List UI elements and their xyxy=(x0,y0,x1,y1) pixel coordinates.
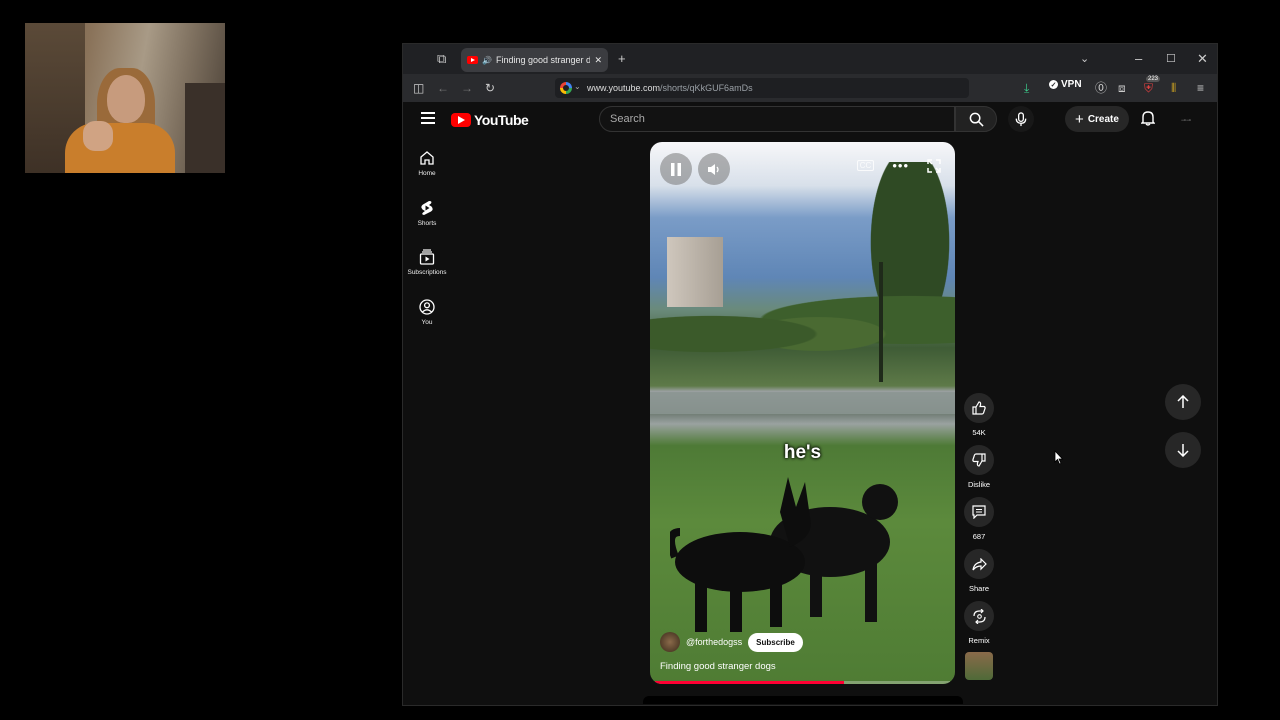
shorts-icon xyxy=(421,201,433,215)
plus-icon: + xyxy=(1075,110,1084,128)
like-button[interactable]: 54K xyxy=(961,393,997,437)
share-icon xyxy=(971,557,987,570)
progress-fill xyxy=(655,681,844,684)
tab-active[interactable]: 🔊 Finding good stranger dogs ✕ xyxy=(461,48,608,72)
pause-icon xyxy=(671,162,681,176)
voice-search-button[interactable] xyxy=(1008,106,1034,132)
new-tab-icon[interactable]: + xyxy=(618,50,626,68)
next-short-preview xyxy=(643,696,963,704)
url-path: /shorts/qKkGUF6amDs xyxy=(660,83,753,93)
notifications-button[interactable] xyxy=(1140,110,1156,131)
user-circle-icon xyxy=(419,299,435,315)
remix-button[interactable]: Remix xyxy=(961,601,997,645)
remix-label: Remix xyxy=(968,636,990,645)
search-input[interactable]: Search xyxy=(599,106,955,132)
account-avatar[interactable]: ⊸⊸ xyxy=(1176,110,1196,130)
google-icon xyxy=(560,82,572,94)
vpn-check-icon: ✓ xyxy=(1049,80,1058,89)
next-short-button[interactable] xyxy=(1165,432,1201,468)
sidebar-item-subscriptions[interactable]: Subscriptions xyxy=(403,249,451,276)
extension-badge: 223 xyxy=(1146,76,1161,82)
volume-button[interactable] xyxy=(698,153,730,185)
dislike-label: Dislike xyxy=(967,480,991,489)
channel-avatar[interactable] xyxy=(660,632,680,652)
video-dog-shepherd xyxy=(670,477,811,632)
address-bar[interactable]: ⌄ www.youtube.com/shorts/qKkGUF6amDs xyxy=(555,78,969,98)
tab-title: Finding good stranger dogs xyxy=(495,55,591,65)
youtube-header: YouTube Search + Create ⊸⊸ xyxy=(403,102,1217,138)
url-domain: www.youtube.com xyxy=(587,83,661,93)
sidebar-item-shorts[interactable]: Shorts xyxy=(403,200,451,227)
fullscreen-icon[interactable] xyxy=(927,158,941,173)
tab-list-chevron-icon[interactable]: ⌄ xyxy=(1080,50,1089,68)
channel-row: @forthedogss Subscribe xyxy=(660,632,803,652)
hamburger-menu-icon[interactable] xyxy=(421,112,435,124)
sidebar-item-you[interactable]: You xyxy=(403,299,451,326)
webcam-overlay xyxy=(25,23,225,173)
minimize-icon[interactable]: – xyxy=(1135,50,1142,68)
youtube-favicon-icon xyxy=(467,56,478,64)
player-top-controls: CC ••• xyxy=(856,158,941,173)
share-button[interactable]: Share xyxy=(961,549,997,593)
arrow-down-icon xyxy=(1177,444,1189,457)
video-progress-bar[interactable] xyxy=(655,681,950,684)
bars-extension-icon[interactable]: ⦀ xyxy=(1171,79,1176,97)
thumbs-up-icon xyxy=(972,401,986,415)
chevron-down-icon: ⌄ xyxy=(574,82,581,91)
pause-button[interactable] xyxy=(660,153,692,185)
youtube-logo-icon xyxy=(451,113,471,127)
window-close-icon[interactable]: ✕ xyxy=(1197,50,1208,68)
browser-menu-icon[interactable]: ≡ xyxy=(1197,79,1204,97)
dislike-button[interactable]: Dislike xyxy=(961,445,997,489)
back-icon[interactable]: ← xyxy=(437,79,449,97)
vpn-button[interactable]: ✓ VPN xyxy=(1049,79,1082,90)
previous-short-button[interactable] xyxy=(1165,384,1201,420)
thumbs-down-icon xyxy=(972,453,986,467)
subscriptions-icon xyxy=(419,249,435,265)
captions-icon[interactable]: CC xyxy=(856,160,875,171)
bell-icon xyxy=(1140,111,1156,126)
comment-icon xyxy=(972,505,986,519)
maximize-icon[interactable]: ☐ xyxy=(1166,50,1176,68)
shorts-video-player[interactable]: CC ••• he's @forthedogss Subscribe Findi… xyxy=(650,142,955,684)
forward-icon[interactable]: → xyxy=(461,79,473,97)
mouse-cursor-icon xyxy=(1054,450,1064,465)
volume-icon xyxy=(707,163,719,175)
channel-name[interactable]: @forthedogss xyxy=(686,637,742,647)
comments-button[interactable]: 687 xyxy=(961,497,997,541)
sound-thumbnail[interactable] xyxy=(965,652,993,680)
video-title[interactable]: Finding good stranger dogs xyxy=(660,661,776,672)
tab-manager-icon[interactable]: ⧉ xyxy=(437,50,446,68)
title-bar: ⧉ 🔊 Finding good stranger dogs ✕ + ⌄ – ☐… xyxy=(403,44,1217,74)
browser-window: ⧉ 🔊 Finding good stranger dogs ✕ + ⌄ – ☐… xyxy=(402,43,1218,706)
tab-close-icon[interactable]: ✕ xyxy=(594,55,602,66)
more-options-icon[interactable]: ••• xyxy=(892,158,909,173)
arrow-up-icon xyxy=(1177,395,1189,408)
search-button[interactable] xyxy=(955,106,997,132)
navigation-bar: ◫ ← → ↻ ⌄ www.youtube.com/shorts/qKkGUF6… xyxy=(403,74,1217,102)
extensions-icon[interactable]: ⧈ xyxy=(1118,79,1126,97)
youtube-logo[interactable]: YouTube xyxy=(451,112,529,128)
comment-count: 687 xyxy=(972,532,986,541)
download-icon[interactable]: ⤓ xyxy=(1024,79,1029,97)
sidebar-item-home[interactable]: Home xyxy=(403,150,451,177)
remix-icon xyxy=(972,608,986,624)
search-icon xyxy=(969,112,984,127)
create-button[interactable]: + Create xyxy=(1065,106,1129,132)
home-icon xyxy=(420,151,434,165)
microphone-icon xyxy=(1015,111,1027,126)
subscribe-button[interactable]: Subscribe xyxy=(748,632,803,652)
sidebar-toggle-icon[interactable]: ◫ xyxy=(413,79,424,97)
audio-playing-icon: 🔊 xyxy=(482,55,492,65)
reload-icon[interactable]: ↻ xyxy=(485,79,495,97)
extension-o-icon[interactable]: ⓪ xyxy=(1095,79,1107,97)
like-count: 54K xyxy=(972,428,986,437)
video-caption: he's xyxy=(783,442,822,463)
share-label: Share xyxy=(968,584,989,593)
